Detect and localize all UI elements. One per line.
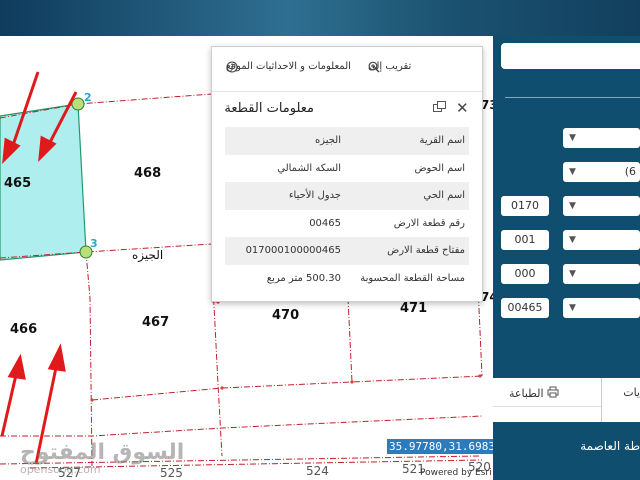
vertex-number: 2 <box>84 91 92 104</box>
boundary-line <box>85 251 93 467</box>
row-value: السكه الشمالي <box>277 162 341 174</box>
print-label: الطباعة <box>509 387 544 400</box>
parcel-info-popup: تقريب إلى المعلومات و الاحداثيات الموقع … <box>211 46 483 302</box>
chevron-down-icon: ▼ <box>569 235 576 245</box>
row-label: اسم القرية <box>419 135 465 146</box>
panel-toolbar: الطباعة يات <box>493 378 640 422</box>
table-row: اسم الحي جدول الأحياء <box>225 182 469 210</box>
chevron-down-icon: ▼ <box>569 133 576 143</box>
coordinates-readout: 35.97780,31.69836 <box>387 439 493 454</box>
parcel-number: 470 <box>272 308 300 323</box>
popup-title: معلومات القطعة <box>224 101 314 116</box>
map-view[interactable]: 465 468 466 467 470 471 73 74 2 3 الجيزه… <box>0 36 493 480</box>
watermark-arabic: السوق المفتوح <box>20 440 185 465</box>
search-side-panel: ▼ ▼ (6 ▼ ▼ ▼ ▼ 0170 001 000 00465 الطباع… <box>493 36 640 480</box>
toolbar-tab-partial[interactable]: يات <box>623 386 640 399</box>
dropdown-select[interactable]: ▼ <box>563 128 640 148</box>
panel-divider <box>505 97 640 98</box>
chevron-down-icon: ▼ <box>569 201 576 211</box>
table-row: مساحة القطعة المحسوبة 500.30 متر مربع <box>225 265 469 293</box>
table-row: اسم القرية الجيزه <box>225 127 469 155</box>
dropdown-select[interactable]: ▼ <box>563 298 640 318</box>
chevron-down-icon: ▼ <box>569 303 576 313</box>
row-value: 00465 <box>309 217 341 229</box>
row-value: جدول الأحياء <box>288 190 341 201</box>
powered-by: Powered by Esri <box>420 468 492 478</box>
row-label: اسم الحي <box>423 190 465 201</box>
vertex-number: 3 <box>90 237 98 250</box>
printer-icon <box>547 386 559 401</box>
code-field[interactable]: 00465 <box>501 298 549 318</box>
popup-actions: تقريب إلى المعلومات و الاحداثيات الموقع <box>212 47 482 92</box>
code-field[interactable]: 000 <box>501 264 549 284</box>
zoom-to-button[interactable]: تقريب إلى <box>368 61 414 73</box>
dropdown-select[interactable]: ▼ <box>563 264 640 284</box>
table-row: رقم قطعة الارض 00465 <box>225 210 469 238</box>
panel-search-input[interactable] <box>501 43 640 69</box>
info-coordinates-button[interactable]: المعلومات و الاحداثيات الموقع <box>226 61 354 73</box>
parcel-number: 471 <box>400 301 428 316</box>
parcel-number: 468 <box>134 166 162 181</box>
row-label: مساحة القطعة المحسوبة <box>360 272 465 284</box>
row-value: 017000100000465 <box>245 245 341 256</box>
table-row: مفتاح قطعة الارض 017000100000465 <box>225 237 469 265</box>
dropdown-select[interactable]: ▼ <box>563 230 640 250</box>
close-icon[interactable]: ✕ <box>456 99 469 117</box>
print-button[interactable]: الطباعة <box>509 386 559 401</box>
dropdown-select[interactable]: ▼ (6 <box>563 162 640 182</box>
boundary-line <box>91 387 223 401</box>
top-banner <box>0 0 640 36</box>
chevron-down-icon: ▼ <box>569 167 576 177</box>
boundary-line <box>0 415 483 437</box>
watermark: السوق المفتوح opensooq.com <box>20 440 184 476</box>
toolbar-divider <box>493 406 601 407</box>
dropdown-select[interactable]: ▼ <box>563 196 640 216</box>
vertex-marker <box>71 97 85 111</box>
table-row: اسم الحوض السكه الشمالي <box>225 155 469 183</box>
row-value: 500.30 متر مربع <box>266 272 341 284</box>
row-label: رقم قطعة الارض <box>393 217 465 229</box>
street-label: الجيزه <box>132 248 164 262</box>
row-value: الجيزه <box>314 135 341 146</box>
parcel-info-table: اسم القرية الجيزه اسم الحوض السكه الشمال… <box>225 127 469 292</box>
boundary-line <box>347 297 353 383</box>
chevron-down-icon: ▼ <box>569 269 576 279</box>
parcel-number: 467 <box>142 315 170 330</box>
parcel-number: 465 <box>4 176 32 191</box>
parcel-number: 466 <box>10 322 38 337</box>
code-field[interactable]: 001 <box>501 230 549 250</box>
toolbar-separator <box>601 378 602 422</box>
panel-footer-text: طة العاصمة <box>580 439 640 453</box>
popup-header: ✕ معلومات القطعة <box>212 93 482 121</box>
bottom-parcel-number: 524 <box>306 464 329 478</box>
code-field[interactable]: 0170 <box>501 196 549 216</box>
info-coordinates-label: المعلومات و الاحداثيات الموقع <box>226 61 351 72</box>
row-label: مفتاح قطعة الارض <box>387 245 465 256</box>
row-label: اسم الحوض <box>414 162 465 174</box>
